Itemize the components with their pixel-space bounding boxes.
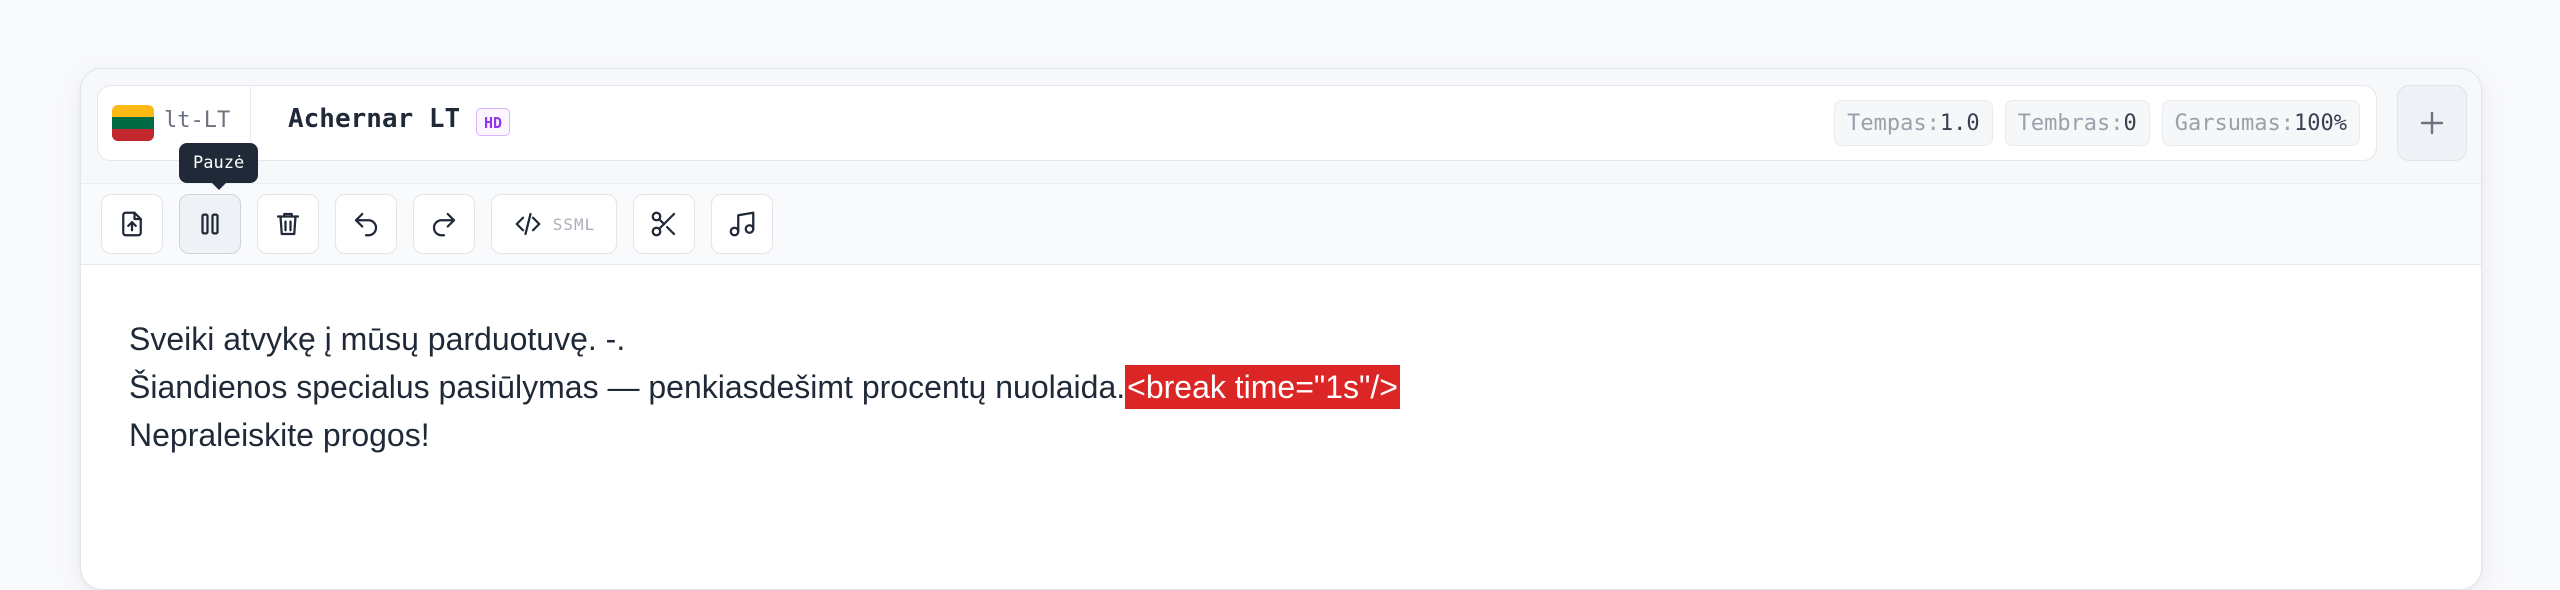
pause-icon — [201, 213, 219, 235]
voice-name: Achernar LT — [288, 104, 461, 134]
redo-icon — [432, 212, 456, 237]
param-rate-value: 1.0 — [1939, 110, 1980, 136]
redo-button[interactable] — [413, 194, 475, 254]
param-volume-value: 100% — [2294, 110, 2347, 136]
pause-button[interactable] — [179, 194, 241, 254]
param-rate[interactable]: Tempas: 1.0 — [1834, 100, 1993, 146]
editor-toolbar: SSML — [81, 183, 2481, 265]
music-icon — [729, 211, 755, 237]
param-pitch-label: Tembras: — [2017, 110, 2124, 136]
param-volume-label: Garsumas: — [2174, 110, 2295, 136]
plus-icon — [2420, 111, 2444, 135]
param-pitch[interactable]: Tembras: 0 — [2004, 100, 2150, 146]
pause-tooltip: Pauzė — [179, 143, 259, 190]
text-editor[interactable]: Sveiki atvykę į mūsų parduotuvę. -. Šian… — [129, 315, 2429, 459]
voice-header: lt-LT Achernar LT HD Tempas: 1.0 Tembras… — [81, 69, 2481, 183]
tts-editor-card: lt-LT Achernar LT HD Tempas: 1.0 Tembras… — [80, 68, 2482, 590]
delete-button[interactable] — [257, 194, 319, 254]
ssml-button[interactable]: SSML — [491, 194, 617, 254]
cut-button[interactable] — [633, 194, 695, 254]
ssml-label: SSML — [552, 214, 596, 234]
add-voice-button[interactable] — [2397, 85, 2467, 161]
scissors-icon — [651, 211, 676, 237]
ssml-break-tag[interactable]: <break time="1s"/> — [1125, 365, 1400, 409]
undo-button[interactable] — [335, 194, 397, 254]
upload-button[interactable] — [101, 194, 163, 254]
editor-line: Šiandienos specialus pasiūlymas — penkia… — [129, 363, 2429, 411]
lithuania-flag-icon — [112, 105, 154, 141]
editor-line-text: Šiandienos specialus pasiūlymas — penkia… — [129, 369, 1126, 405]
param-pitch-value: 0 — [2123, 110, 2137, 136]
hd-badge: HD — [476, 108, 511, 136]
param-rate-label: Tempas: — [1847, 110, 1940, 136]
locale-code: lt-LT — [164, 108, 231, 133]
trash-icon — [276, 212, 300, 236]
editor-line: Sveiki atvykę į mūsų parduotuvę. -. — [129, 321, 626, 357]
editor-line: Nepraleiskite progos! — [129, 417, 430, 453]
code-icon — [515, 212, 541, 236]
upload-icon — [122, 211, 142, 237]
music-button[interactable] — [711, 194, 773, 254]
param-volume[interactable]: Garsumas: 100% — [2161, 100, 2360, 146]
undo-icon — [354, 212, 378, 237]
voice-params: Tempas: 1.0 Tembras: 0 Garsumas: 100% — [1834, 100, 2360, 146]
voice-selector[interactable]: lt-LT Achernar LT HD Tempas: 1.0 Tembras… — [97, 85, 2377, 161]
